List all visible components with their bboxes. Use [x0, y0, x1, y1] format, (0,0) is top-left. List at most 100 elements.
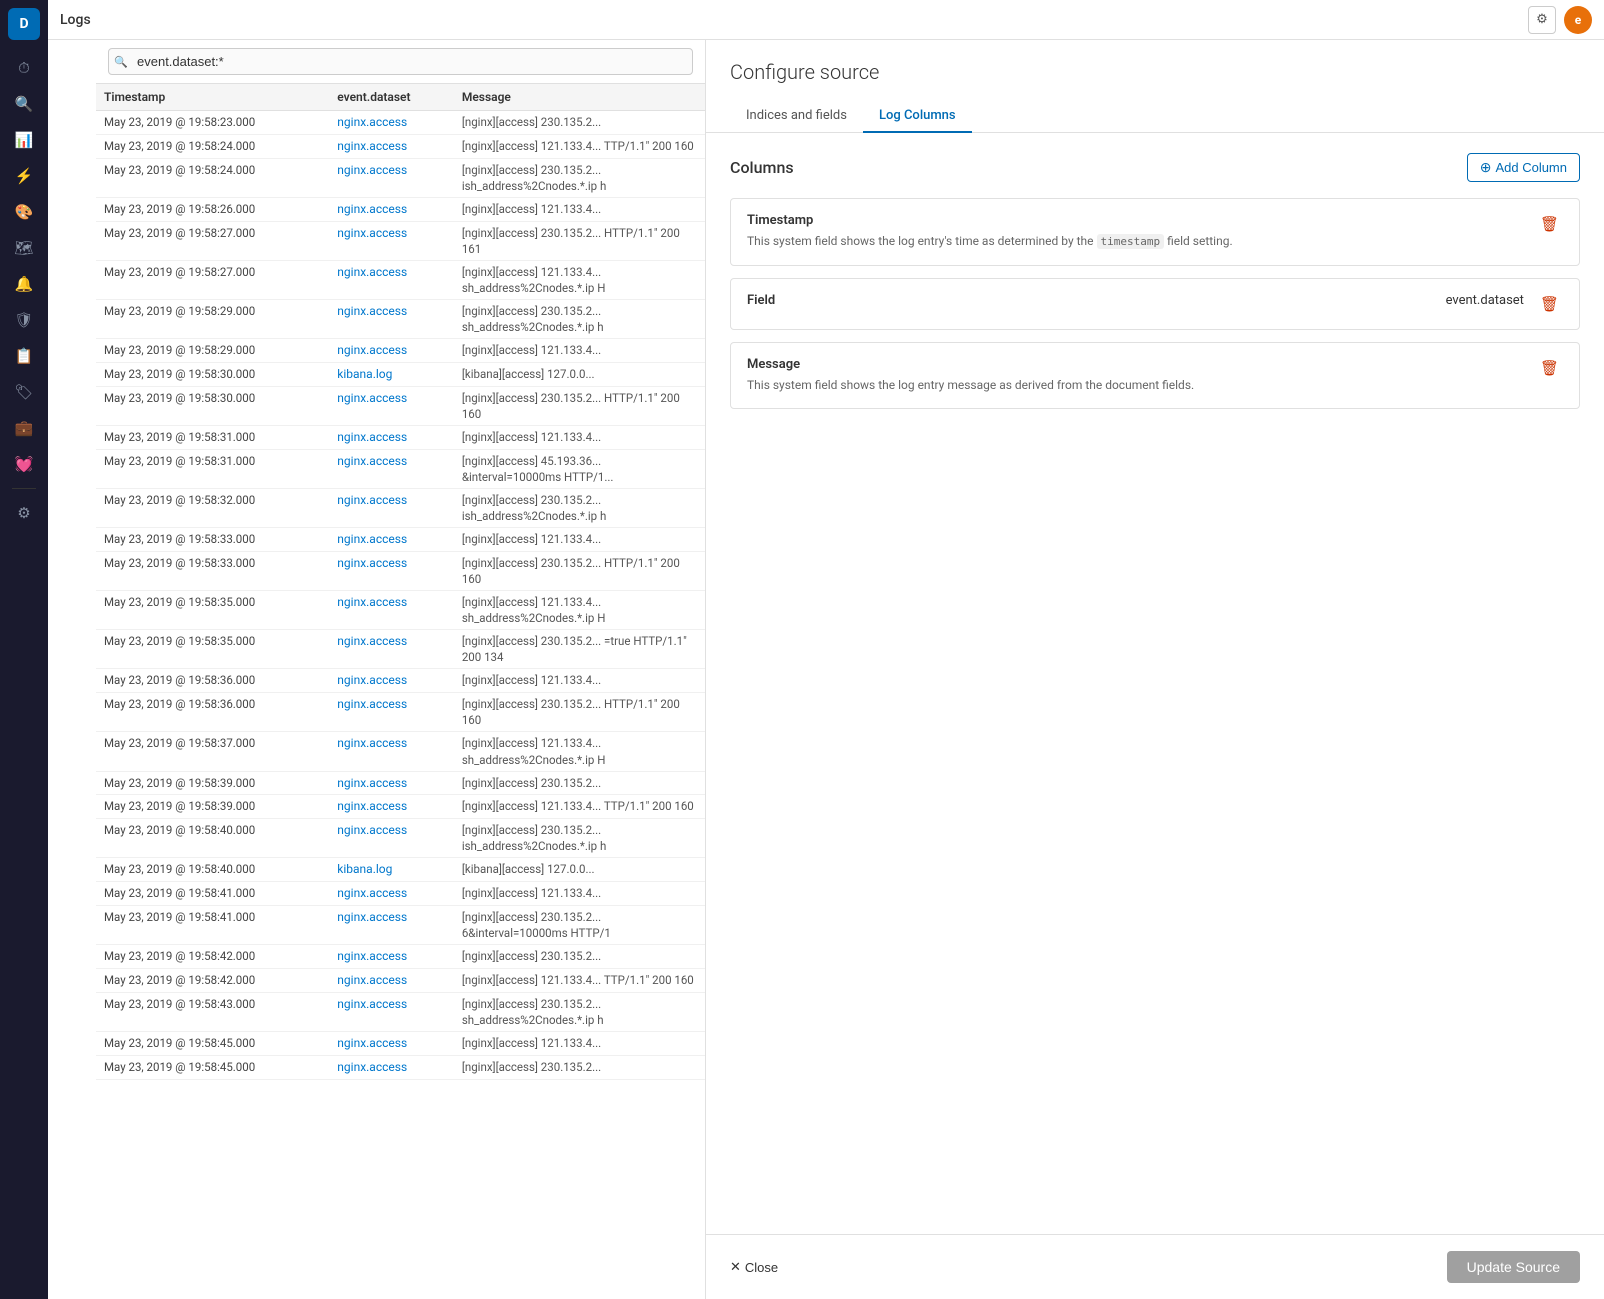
app-logo[interactable]: D: [8, 8, 40, 40]
table-row[interactable]: May 23, 2019 @ 19:58:36.000 nginx.access…: [96, 693, 705, 732]
table-row[interactable]: May 23, 2019 @ 19:58:36.000 nginx.access…: [96, 669, 705, 693]
table-row[interactable]: May 23, 2019 @ 19:58:27.000 nginx.access…: [96, 221, 705, 260]
search-input[interactable]: [108, 48, 693, 75]
table-row[interactable]: May 23, 2019 @ 19:58:33.000 nginx.access…: [96, 551, 705, 590]
sidebar-item-logs[interactable]: 🔍: [8, 88, 40, 120]
delete-message-button[interactable]: 🗑: [1536, 357, 1563, 379]
sidebar-item-uptime[interactable]: 💓: [8, 448, 40, 480]
sidebar-item-dashboard[interactable]: 📊: [8, 124, 40, 156]
cell-message: [nginx][access] 230.135.2...: [454, 111, 705, 135]
table-row[interactable]: May 23, 2019 @ 19:58:40.000 kibana.log […: [96, 858, 705, 882]
cell-dataset: nginx.access: [329, 732, 454, 771]
cell-message: [nginx][access] 121.133.4... TTP/1.1" 20…: [454, 795, 705, 819]
cell-message: [nginx][access] 121.133.4... TTP/1.1" 20…: [454, 134, 705, 158]
config-footer: ✕ Close Update Source: [706, 1234, 1604, 1299]
table-row[interactable]: May 23, 2019 @ 19:58:35.000 nginx.access…: [96, 630, 705, 669]
tab-indices-fields[interactable]: Indices and fields: [730, 100, 863, 133]
table-row[interactable]: May 23, 2019 @ 19:58:31.000 nginx.access…: [96, 449, 705, 488]
table-row[interactable]: May 23, 2019 @ 19:58:33.000 nginx.access…: [96, 528, 705, 552]
table-row[interactable]: May 23, 2019 @ 19:58:41.000 nginx.access…: [96, 882, 705, 906]
table-row[interactable]: May 23, 2019 @ 19:58:23.000 nginx.access…: [96, 111, 705, 135]
cell-message: [kibana][access] 127.0.0...: [454, 858, 705, 882]
sidebar-item-canvas[interactable]: 🎨: [8, 196, 40, 228]
cell-timestamp: May 23, 2019 @ 19:58:41.000: [96, 882, 329, 906]
table-row[interactable]: May 23, 2019 @ 19:58:30.000 nginx.access…: [96, 386, 705, 425]
table-row[interactable]: May 23, 2019 @ 19:58:39.000 nginx.access…: [96, 771, 705, 795]
col-dataset: event.dataset: [329, 84, 454, 111]
cell-timestamp: May 23, 2019 @ 19:58:29.000: [96, 339, 329, 363]
search-bar: [96, 40, 705, 84]
table-row[interactable]: May 23, 2019 @ 19:58:42.000 nginx.access…: [96, 968, 705, 992]
cell-message: [nginx][access] 121.133.4...: [454, 882, 705, 906]
user-avatar[interactable]: e: [1564, 6, 1592, 34]
close-icon: ✕: [730, 1259, 741, 1275]
table-row[interactable]: May 23, 2019 @ 19:58:35.000 nginx.access…: [96, 591, 705, 630]
table-row[interactable]: May 23, 2019 @ 19:58:29.000 nginx.access…: [96, 299, 705, 338]
cell-dataset: nginx.access: [329, 795, 454, 819]
cell-dataset: nginx.access: [329, 134, 454, 158]
cell-message: [nginx][access] 121.133.4... sh_address%…: [454, 591, 705, 630]
table-row[interactable]: May 23, 2019 @ 19:58:24.000 nginx.access…: [96, 158, 705, 197]
cell-timestamp: May 23, 2019 @ 19:58:33.000: [96, 528, 329, 552]
columns-header: Columns ⊕ Add Column: [730, 153, 1580, 182]
table-row[interactable]: May 23, 2019 @ 19:58:42.000 nginx.access…: [96, 945, 705, 969]
table-row[interactable]: May 23, 2019 @ 19:58:30.000 kibana.log […: [96, 362, 705, 386]
cell-dataset: nginx.access: [329, 158, 454, 197]
cell-message: [nginx][access] 230.135.2... 6&interval=…: [454, 906, 705, 945]
cell-timestamp: May 23, 2019 @ 19:58:45.000: [96, 1055, 329, 1079]
table-row[interactable]: May 23, 2019 @ 19:58:41.000 nginx.access…: [96, 906, 705, 945]
table-row[interactable]: May 23, 2019 @ 19:58:26.000 nginx.access…: [96, 197, 705, 221]
sidebar-item-tags[interactable]: 🏷: [8, 376, 40, 408]
sidebar-item-security[interactable]: 🛡: [8, 304, 40, 336]
sidebar-item-apm[interactable]: ⚡: [8, 160, 40, 192]
topbar: Logs ⚙ e: [48, 0, 1604, 40]
cell-message: [nginx][access] 230.135.2... sh_address%…: [454, 992, 705, 1031]
table-row[interactable]: May 23, 2019 @ 19:58:32.000 nginx.access…: [96, 488, 705, 527]
update-source-button[interactable]: Update Source: [1447, 1251, 1580, 1283]
close-button[interactable]: ✕ Close: [730, 1259, 778, 1275]
plus-icon: ⊕: [1480, 159, 1492, 176]
tab-log-columns[interactable]: Log Columns: [863, 100, 972, 133]
table-row[interactable]: May 23, 2019 @ 19:58:29.000 nginx.access…: [96, 339, 705, 363]
table-row[interactable]: May 23, 2019 @ 19:58:45.000 nginx.access…: [96, 1055, 705, 1079]
table-row[interactable]: May 23, 2019 @ 19:58:24.000 nginx.access…: [96, 134, 705, 158]
config-tabs: Indices and fields Log Columns: [730, 100, 1580, 132]
sidebar-item-index[interactable]: 📋: [8, 340, 40, 372]
column-card-timestamp: Timestamp This system field shows the lo…: [730, 198, 1580, 266]
table-row[interactable]: May 23, 2019 @ 19:58:27.000 nginx.access…: [96, 260, 705, 299]
table-row[interactable]: May 23, 2019 @ 19:58:45.000 nginx.access…: [96, 1031, 705, 1055]
cell-dataset: nginx.access: [329, 449, 454, 488]
log-table: Timestamp event.dataset Message May 23, …: [96, 84, 705, 1080]
cell-dataset: nginx.access: [329, 771, 454, 795]
sidebar-item-alerting[interactable]: 🔔: [8, 268, 40, 300]
sidebar-item-settings[interactable]: ⚙: [8, 497, 40, 529]
cell-message: [nginx][access] 45.193.36... &interval=1…: [454, 449, 705, 488]
cell-dataset: nginx.access: [329, 882, 454, 906]
cell-message: [nginx][access] 230.135.2...: [454, 771, 705, 795]
cell-timestamp: May 23, 2019 @ 19:58:41.000: [96, 906, 329, 945]
sidebar-item-maps[interactable]: 🗺: [8, 232, 40, 264]
cell-message: [nginx][access] 230.135.2... ish_address…: [454, 488, 705, 527]
table-row[interactable]: May 23, 2019 @ 19:58:37.000 nginx.access…: [96, 732, 705, 771]
config-title: Configure source: [730, 60, 1580, 84]
cell-dataset: nginx.access: [329, 111, 454, 135]
cell-message: [nginx][access] 230.135.2... HTTP/1.1" 2…: [454, 551, 705, 590]
cell-message: [nginx][access] 230.135.2...: [454, 1055, 705, 1079]
cell-dataset: nginx.access: [329, 906, 454, 945]
cell-dataset: nginx.access: [329, 221, 454, 260]
sidebar-divider: [12, 488, 36, 489]
cell-dataset: nginx.access: [329, 693, 454, 732]
table-row[interactable]: May 23, 2019 @ 19:58:39.000 nginx.access…: [96, 795, 705, 819]
delete-field-button[interactable]: 🗑: [1536, 293, 1563, 315]
table-row[interactable]: May 23, 2019 @ 19:58:43.000 nginx.access…: [96, 992, 705, 1031]
sidebar-item-cases[interactable]: 💼: [8, 412, 40, 444]
add-column-button[interactable]: ⊕ Add Column: [1467, 153, 1580, 182]
delete-timestamp-button[interactable]: 🗑: [1536, 213, 1563, 235]
settings-button[interactable]: ⚙: [1528, 6, 1556, 34]
table-row[interactable]: May 23, 2019 @ 19:58:31.000 nginx.access…: [96, 425, 705, 449]
table-row[interactable]: May 23, 2019 @ 19:58:40.000 nginx.access…: [96, 819, 705, 858]
cell-dataset: nginx.access: [329, 669, 454, 693]
sidebar-item-discover[interactable]: ⏱: [8, 52, 40, 84]
cell-timestamp: May 23, 2019 @ 19:58:27.000: [96, 221, 329, 260]
cell-dataset: nginx.access: [329, 1031, 454, 1055]
